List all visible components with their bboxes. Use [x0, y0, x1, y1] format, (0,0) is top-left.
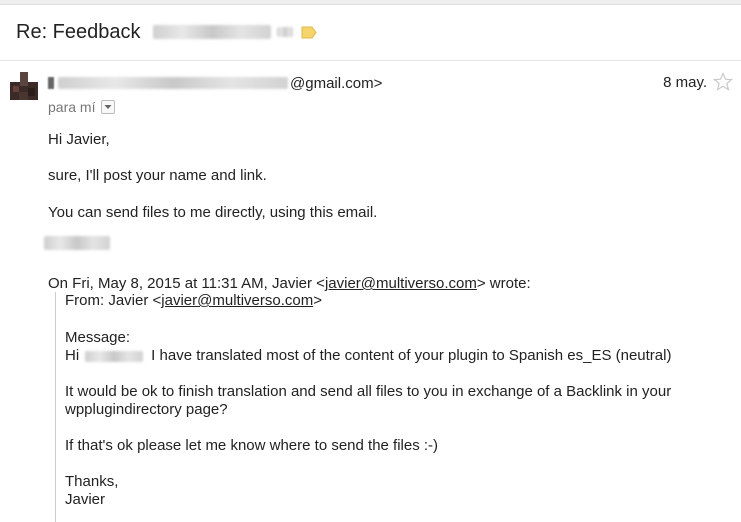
- chevron-down-icon[interactable]: [101, 100, 116, 114]
- body-line-2: You can send files to me directly, using…: [48, 204, 378, 221]
- subject-row: Re: Feedback: [16, 18, 317, 46]
- quote-header-suffix: > wrote:: [476, 275, 531, 292]
- recipient-label: para mí: [48, 99, 96, 115]
- quote-from-suffix: >: [313, 292, 322, 309]
- redacted-sender-initial: [48, 77, 54, 89]
- quote-from-email-link[interactable]: javier@multiverso.com: [161, 292, 313, 309]
- quote-thanks: Thanks,: [65, 473, 119, 490]
- quote-message-label: Message:: [65, 329, 131, 346]
- redacted-signature: [44, 236, 110, 250]
- recipient-row: para mí: [48, 98, 116, 116]
- redacted-sender-name: [58, 77, 288, 89]
- quote-from-prefix: From: Javier <: [65, 292, 162, 309]
- sender-row: @gmail.com>: [48, 74, 382, 92]
- email-subject: Re: Feedback: [16, 20, 141, 43]
- quote-line-3: If that's ok please let me know where to…: [65, 437, 439, 454]
- redacted-subject-part: [152, 25, 271, 39]
- quote-from-line: From: Javier <javier@multiverso.com>: [65, 292, 322, 309]
- email-view: Re: Feedback @gmail.com> 8 may. para mí: [0, 0, 741, 522]
- quote-header: On Fri, May 8, 2015 at 11:31 AM, Javier …: [48, 275, 531, 292]
- quote-header-prefix: On Fri, May 8, 2015 at 11:31 AM, Javier …: [48, 275, 325, 292]
- header-separator: [0, 60, 741, 61]
- body-line-1: sure, I'll post your name and link.: [48, 167, 267, 184]
- email-date: 8 may.: [663, 74, 707, 91]
- top-border: [0, 0, 741, 5]
- label-tag-icon[interactable]: [301, 26, 317, 39]
- star-icon[interactable]: [712, 72, 734, 92]
- body-greeting: Hi Javier,: [48, 131, 110, 148]
- quote-header-email-link[interactable]: javier@multiverso.com: [325, 275, 477, 292]
- redacted-subject-part-2: [276, 27, 293, 37]
- quoted-message: From: Javier <javier@multiverso.com> Mes…: [55, 292, 741, 522]
- quote-line-2b: wpplugindirectory page?: [65, 401, 228, 418]
- quote-line-2a: It would be ok to finish translation and…: [65, 383, 672, 400]
- quote-signature: Javier: [65, 491, 106, 508]
- sender-email[interactable]: @gmail.com>: [290, 75, 382, 92]
- redacted-name: [85, 350, 144, 362]
- quote-line-1: Hi I have translated most of the content …: [65, 347, 671, 364]
- avatar[interactable]: [10, 72, 38, 100]
- quote-hi: Hi: [65, 347, 80, 364]
- quote-line-1-text: I have translated most of the content of…: [151, 347, 672, 364]
